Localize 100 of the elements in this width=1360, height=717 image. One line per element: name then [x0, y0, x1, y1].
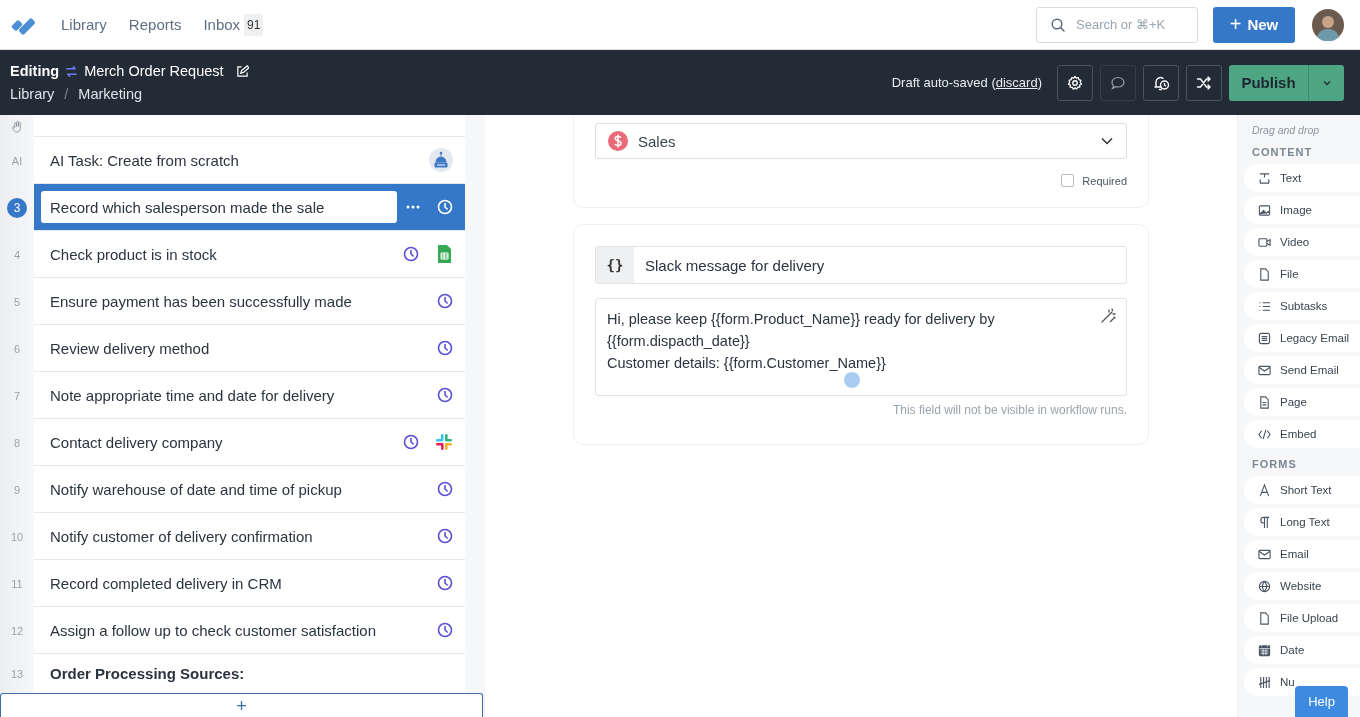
- count-badge: 91: [244, 13, 264, 36]
- breadcrumb-separator: /: [64, 86, 69, 102]
- publish-button[interactable]: Publish: [1229, 64, 1308, 101]
- new-button[interactable]: + New: [1213, 6, 1295, 43]
- workflow-title: Merch Order Request: [84, 63, 224, 79]
- widget-item[interactable]: Long Text: [1244, 508, 1360, 536]
- task-item[interactable]: Check product is in stock: [34, 231, 465, 278]
- letter-icon: [1258, 483, 1271, 497]
- avatar[interactable]: [1312, 8, 1344, 41]
- email-box-icon: [1258, 331, 1271, 345]
- task-title: Check product is in stock: [50, 245, 218, 263]
- step-number: 13: [10, 667, 24, 680]
- envelope-icon: [1258, 363, 1271, 377]
- section-title: FORMS: [1251, 458, 1298, 470]
- clock-icon[interactable]: [437, 528, 453, 544]
- workflow-icon: [65, 64, 79, 78]
- slack-icon: [435, 433, 453, 451]
- clock-icon[interactable]: [437, 481, 453, 497]
- task-item[interactable]: Ensure payment has been successfully made: [34, 278, 465, 325]
- shuffle-button[interactable]: [1186, 64, 1222, 101]
- widget-item[interactable]: Subtasks: [1244, 292, 1360, 320]
- widget-item[interactable]: Video: [1244, 228, 1360, 256]
- task-item[interactable]: AI Task: Create from scratch: [34, 137, 465, 184]
- shuffle-icon: [1196, 74, 1212, 91]
- task-item[interactable]: Contact delivery company: [34, 419, 465, 466]
- task-title: Notify customer of delivery confirmation: [50, 527, 314, 545]
- section-heading: Order Processing Sources:: [50, 665, 246, 682]
- nav-link[interactable]: Reports: [128, 16, 182, 33]
- nav-link[interactable]: Library: [61, 16, 107, 33]
- message-text-area[interactable]: Hi, please keep {{form.Product_Name}} ready for delivery by {{form.dispacth_date}} Customer details: {{form.Customer_Name}}: [595, 298, 1127, 396]
- widget-item[interactable]: Email: [1244, 540, 1360, 568]
- clock-icon[interactable]: [437, 575, 453, 591]
- sidebar-hint: Drag and drop: [1251, 124, 1321, 136]
- magic-wand-icon[interactable]: [1100, 308, 1116, 324]
- task-title: Record completed delivery in CRM: [50, 574, 283, 592]
- clock-icon[interactable]: [437, 340, 453, 356]
- task-title-field[interactable]: Record which salesperson made the sale: [41, 191, 397, 223]
- task-item[interactable]: Assign a follow up to check customer satisfaction: [34, 607, 465, 654]
- step-number: 9: [13, 483, 21, 496]
- step-number: AI: [11, 154, 23, 167]
- task-title: Ensure payment has been successfully made: [50, 292, 353, 310]
- step-number: 11: [11, 577, 23, 590]
- tally-icon: [1258, 675, 1271, 689]
- reminder-button[interactable]: [1143, 64, 1179, 101]
- task-item[interactable]: Record which salesperson made the sale: [34, 184, 465, 231]
- widget-item[interactable]: Legacy Email: [1244, 324, 1360, 352]
- add-task-button[interactable]: +: [0, 693, 483, 717]
- task-title: Contact delivery company: [50, 433, 224, 451]
- text-format-icon: [1258, 171, 1271, 185]
- publish-menu-button[interactable]: [1308, 64, 1344, 101]
- save-status: Draft auto-saved (discard): [891, 75, 1042, 90]
- task-item[interactable]: Note appropriate time and date for delivery: [34, 372, 465, 419]
- edit-icon[interactable]: [235, 64, 249, 78]
- robot-icon: [429, 148, 453, 172]
- clock-icon[interactable]: [437, 622, 453, 638]
- image-icon: [1258, 203, 1271, 217]
- widget-item[interactable]: Text: [1244, 164, 1360, 192]
- comment-icon: [1110, 74, 1126, 91]
- list-icon: [1258, 299, 1271, 313]
- required-label: Required: [1082, 174, 1127, 187]
- clock-icon[interactable]: [437, 387, 453, 403]
- task-title: Notify warehouse of date and time of pickup: [50, 480, 343, 498]
- task-item[interactable]: Notify warehouse of date and time of pickup: [34, 466, 465, 513]
- task-title: Review delivery method: [50, 339, 211, 357]
- section-title: CONTENT: [1251, 146, 1314, 158]
- clock-icon[interactable]: [403, 434, 419, 450]
- widget-item[interactable]: Date: [1244, 636, 1360, 664]
- dollar-icon: [608, 131, 628, 151]
- task-title: Assign a follow up to check customer satisfaction: [50, 621, 377, 639]
- clock-icon[interactable]: [437, 293, 453, 309]
- breadcrumb-link[interactable]: Marketing: [78, 86, 143, 102]
- widget-item[interactable]: Website: [1244, 572, 1360, 600]
- category-dropdown[interactable]: Sales: [595, 123, 1127, 159]
- task-item[interactable]: Order Processing Sources:: [34, 654, 465, 693]
- globe-icon: [1258, 579, 1271, 593]
- step-number: 5: [13, 295, 21, 308]
- file-icon: [1258, 267, 1271, 281]
- required-checkbox[interactable]: [1061, 174, 1075, 187]
- clock-icon[interactable]: [403, 246, 419, 262]
- widget-item[interactable]: Embed: [1244, 420, 1360, 448]
- file-icon: [1258, 611, 1271, 625]
- settings-button[interactable]: [1057, 64, 1093, 101]
- widget-item[interactable]: File Upload: [1244, 604, 1360, 632]
- task-item[interactable]: Review delivery method: [34, 325, 465, 372]
- cursor-dot: [844, 372, 860, 388]
- nav-link[interactable]: Inbox: [203, 16, 241, 33]
- widget-item[interactable]: Image: [1244, 196, 1360, 224]
- task-item[interactable]: Record completed delivery in CRM: [34, 560, 465, 607]
- widget-item[interactable]: File: [1244, 260, 1360, 288]
- task-item[interactable]: Notify customer of delivery confirmation: [34, 513, 465, 560]
- widget-item[interactable]: Short Text: [1244, 476, 1360, 504]
- widget-item[interactable]: Send Email: [1244, 356, 1360, 384]
- help-button[interactable]: Help: [1295, 686, 1348, 717]
- search-field[interactable]: Search or ⌘+K: [1036, 6, 1198, 43]
- field-hint: This field will not be visible in workflow runs.: [892, 403, 1127, 417]
- drag-hand-icon[interactable]: [10, 119, 24, 133]
- message-line: {{form.dispacth_date}}: [607, 332, 751, 351]
- widget-item[interactable]: Page: [1244, 388, 1360, 416]
- breadcrumb-link[interactable]: Library: [10, 86, 55, 102]
- step-number: 10: [10, 530, 24, 543]
